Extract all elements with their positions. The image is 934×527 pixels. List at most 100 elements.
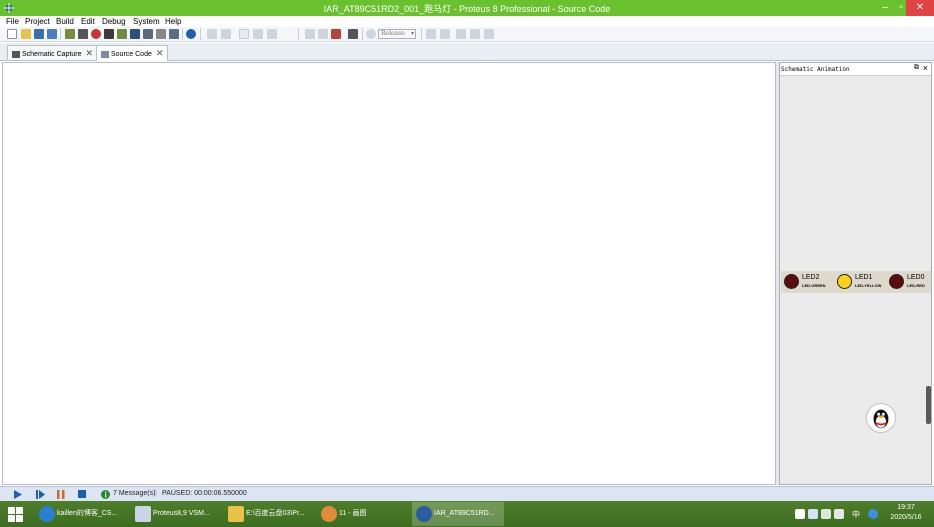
menu-file[interactable]: File <box>6 16 19 27</box>
bluetooth-icon[interactable] <box>795 509 805 519</box>
paint-icon <box>321 506 337 522</box>
status-bar: 7 Message(s) | PAUSED: 00:00:06.550000 <box>0 486 934 501</box>
menu-bar: File Project Build Edit Debug System Hel… <box>0 16 934 27</box>
taskbar-label: 11 - 画图 <box>339 510 367 517</box>
menu-debug[interactable]: Debug <box>102 16 126 27</box>
help-icon[interactable] <box>186 29 196 39</box>
taskbar-item-paint[interactable]: 11 - 画图 <box>317 502 407 526</box>
toolbar-separator <box>182 28 183 40</box>
notes-icon[interactable] <box>156 29 166 39</box>
menu-system[interactable]: System <box>133 16 160 27</box>
title-bar: IAR_AT89C51RD2_001_跑马灯 - Proteus 8 Profe… <box>0 0 934 16</box>
new-file-icon[interactable] <box>7 29 17 39</box>
gerber-icon[interactable] <box>117 29 127 39</box>
toolbar-separator <box>60 28 61 40</box>
clock[interactable]: 19:37 2020/5/16 <box>884 503 928 523</box>
close-icon[interactable]: ✕ <box>86 46 94 60</box>
close-button[interactable]: ✕ <box>906 0 934 16</box>
led-part: LED-RED <box>907 283 925 288</box>
message-count[interactable]: 7 Message(s) <box>113 490 155 497</box>
panel-header: Schematic Animation ⧉ × <box>780 63 931 76</box>
build-config-select[interactable]: Release ▾ <box>378 29 416 39</box>
taskbar-item-proteus-pdf[interactable]: Proteus8,9 VSM... <box>131 502 219 526</box>
led-part: LED-GREEN <box>802 283 826 288</box>
pcb-layout-icon[interactable] <box>91 29 101 39</box>
find-icon[interactable] <box>456 29 466 39</box>
qq-tray-icon[interactable] <box>868 509 878 519</box>
taskbar-item-proteus[interactable]: IAR_AT89C51RD... <box>412 502 504 526</box>
design-explorer-icon[interactable] <box>130 29 140 39</box>
tab-schematic-capture[interactable]: Schematic Capture ✕ <box>7 45 99 60</box>
undo-icon[interactable] <box>426 29 436 39</box>
copy-icon[interactable] <box>239 29 249 39</box>
taskbar-item-explorer[interactable]: E:\百度云盘03\Pr... <box>224 502 312 526</box>
toolbar-separator <box>362 28 363 40</box>
taskbar-item-browser[interactable]: kaillen的博客_CS... <box>35 502 127 526</box>
volume-icon[interactable] <box>834 509 844 519</box>
menu-help[interactable]: Help <box>165 16 181 27</box>
taskbar-label: IAR_AT89C51RD... <box>434 510 495 517</box>
taskbar-label: kaillen的博客_CS... <box>57 510 118 517</box>
network-icon[interactable] <box>821 509 831 519</box>
save-all-icon[interactable] <box>47 29 57 39</box>
pause-icon[interactable] <box>57 490 65 499</box>
proteus-app-icon <box>416 506 432 522</box>
led-name: LED1 <box>855 274 873 281</box>
window-title: IAR_AT89C51RD2_001_跑马灯 - Proteus 8 Profe… <box>323 4 611 14</box>
drag-handle[interactable] <box>926 386 931 424</box>
open-folder-icon[interactable] <box>21 29 31 39</box>
taskbar: kaillen的博客_CS... Proteus8,9 VSM... E:\百度… <box>0 501 934 527</box>
goto-icon[interactable] <box>484 29 494 39</box>
stop-icon[interactable] <box>78 490 86 498</box>
redo-icon[interactable] <box>440 29 450 39</box>
led-off-icon <box>784 274 799 289</box>
bill-of-materials-icon[interactable] <box>143 29 153 39</box>
delete-icon[interactable] <box>267 29 277 39</box>
menu-build[interactable]: Build <box>56 16 74 27</box>
play-icon[interactable] <box>14 490 22 499</box>
paste-icon[interactable] <box>253 29 263 39</box>
clock-time: 19:37 <box>897 504 915 511</box>
step-icon[interactable] <box>36 490 45 499</box>
led-part: LED-YELLOW <box>855 283 882 288</box>
chip-icon[interactable] <box>348 29 358 39</box>
build-icon[interactable] <box>305 29 315 39</box>
pin-icon[interactable]: ⧉ <box>914 64 919 72</box>
replace-icon[interactable] <box>470 29 480 39</box>
schematic-icon[interactable] <box>78 29 88 39</box>
source-editor[interactable] <box>2 62 776 485</box>
settings-icon[interactable] <box>366 29 376 39</box>
info-icon <box>101 490 110 499</box>
debug-icon[interactable] <box>331 29 341 39</box>
browser-icon <box>39 506 55 522</box>
security-icon[interactable] <box>808 509 818 519</box>
document-icon <box>135 506 151 522</box>
print-icon[interactable] <box>207 29 217 39</box>
taskbar-label: E:\百度云盘03\Pr... <box>246 510 305 517</box>
folder-icon <box>228 506 244 522</box>
toolbar-separator <box>421 28 422 40</box>
cut-icon[interactable] <box>221 29 231 39</box>
toolbar: Release ▾ <box>0 27 934 42</box>
build-config-value: Release <box>381 30 405 37</box>
qq-penguin-icon[interactable] <box>866 403 896 433</box>
3d-viewer-icon[interactable] <box>104 29 114 39</box>
schematic-icon <box>12 50 20 58</box>
windows-start-icon[interactable] <box>8 507 23 522</box>
ime-indicator[interactable]: 中 <box>852 509 860 520</box>
document-tabs: Schematic Capture ✕ Source Code ✕ <box>0 43 934 61</box>
menu-project[interactable]: Project <box>25 16 50 27</box>
led-name: LED0 <box>907 274 925 281</box>
led-strip: LED2 LED-GREEN LED1 LED-YELLOW LED0 LED-… <box>781 271 931 293</box>
simulation-status: PAUSED: 00:00:06.550000 <box>162 490 247 497</box>
rebuild-icon[interactable] <box>318 29 328 39</box>
menu-edit[interactable]: Edit <box>81 16 95 27</box>
led-on-icon <box>837 274 852 289</box>
source-code-icon[interactable] <box>169 29 179 39</box>
close-icon[interactable]: × <box>923 63 928 73</box>
tab-source-code[interactable]: Source Code ✕ <box>96 45 169 61</box>
toolbar-separator <box>200 28 201 40</box>
close-icon[interactable]: ✕ <box>156 46 164 60</box>
home-icon[interactable] <box>65 29 75 39</box>
save-icon[interactable] <box>34 29 44 39</box>
